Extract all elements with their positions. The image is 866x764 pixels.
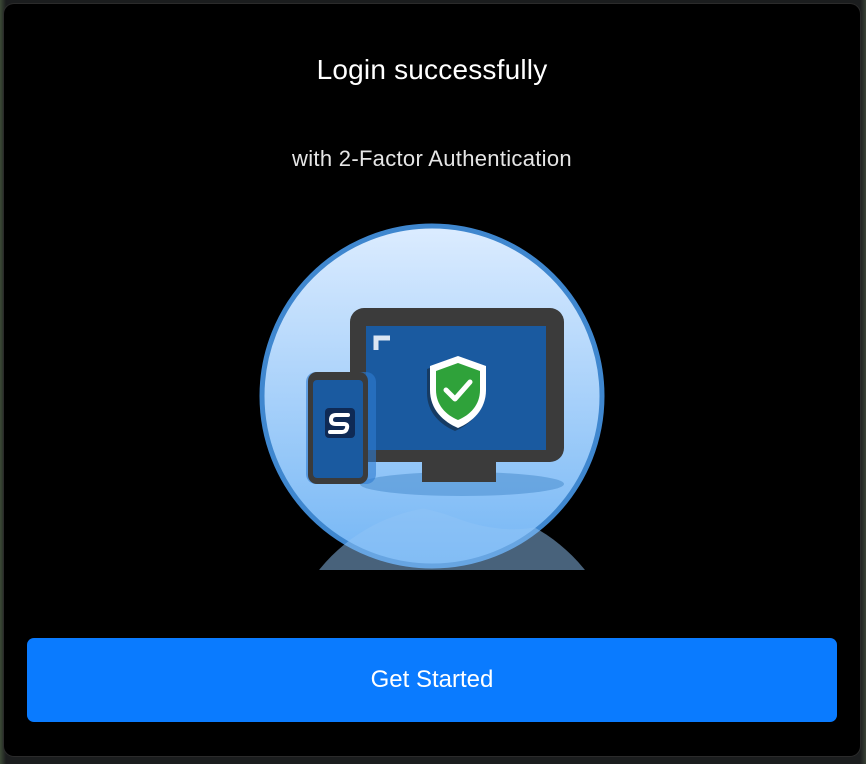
two-factor-illustration [259,223,605,570]
dialog-title: Login successfully [316,54,548,85]
login-success-dialog: Login successfully with 2-Factor Authent… [4,4,860,756]
app-logo-icon [325,408,355,438]
get-started-button[interactable]: Get Started [27,638,837,722]
dialog-subtitle: with 2-Factor Authentication [292,146,572,171]
